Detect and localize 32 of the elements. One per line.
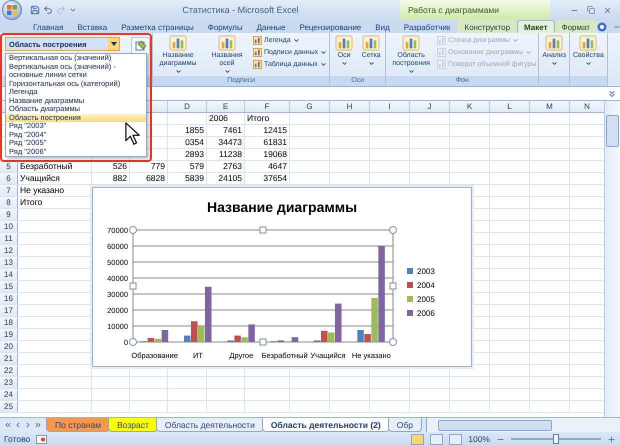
table-cell: 779 — [130, 161, 168, 172]
table-cell: 5839 — [168, 173, 207, 184]
table-cell: 34473 — [207, 137, 245, 148]
table-cell: 6828 — [130, 173, 168, 184]
table-cell: 19068 — [245, 149, 290, 160]
window-title: Статистика - Microsoft Excel — [181, 5, 300, 15]
table-cell: 11238 — [207, 149, 245, 160]
legend-label: 2006 — [417, 309, 435, 318]
table-cell: 2006 — [207, 113, 245, 124]
legend-label: 2004 — [417, 281, 435, 290]
zoom-level: 100% — [468, 434, 490, 444]
table-cell: 1855 — [168, 125, 207, 136]
table-cell: 0354 — [168, 137, 207, 148]
table-cell: Безработный — [18, 161, 92, 172]
status-text: Готово — [4, 434, 30, 444]
table-cell: 526 — [92, 161, 130, 172]
table-cell: 579 — [168, 161, 207, 172]
chart-title: Название диаграммы — [206, 199, 358, 215]
table-cell: 12415 — [245, 125, 290, 136]
table-cell: 7461 — [207, 125, 245, 136]
table-cell: 61831 — [245, 137, 290, 148]
table-cell: 37654 — [245, 173, 290, 184]
legend-label: 2005 — [417, 295, 435, 304]
table-cell: 4647 — [245, 161, 290, 172]
context-title: Работа с диаграммами — [400, 0, 550, 20]
table-cell: 882 — [92, 173, 130, 184]
table-cell: Учащийся — [18, 173, 92, 184]
table-cell: 2763 — [207, 161, 245, 172]
table-cell: Итого — [245, 113, 290, 124]
table-cell: 2893 — [168, 149, 207, 160]
table-cell: 24105 — [207, 173, 245, 184]
legend-label: 2003 — [417, 267, 435, 276]
